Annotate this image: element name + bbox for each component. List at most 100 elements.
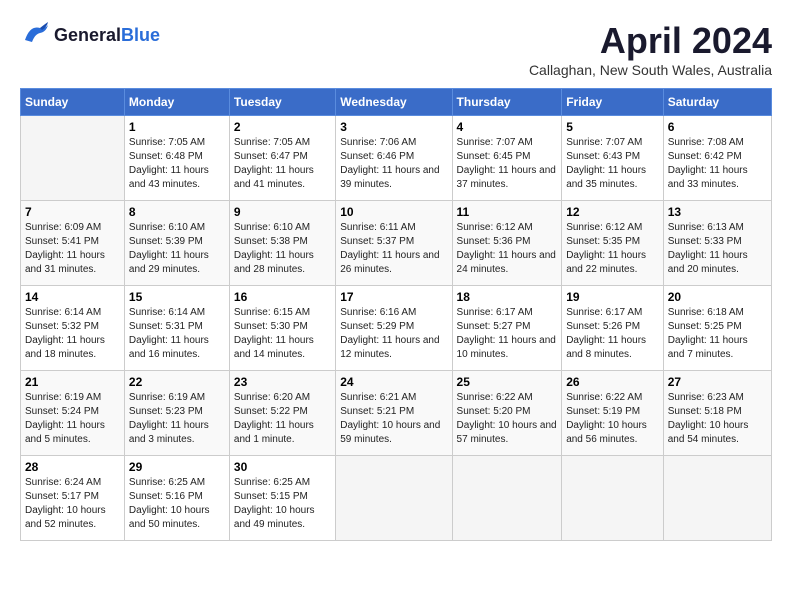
day-info: Sunrise: 6:18 AM Sunset: 5:25 PM Dayligh… [668,306,767,362]
daylight-hours: Daylight: 11 hours and 3 minutes. [129,420,209,445]
sunrise-time: Sunrise: 7:06 AM [340,137,416,148]
day-info: Sunrise: 6:12 AM Sunset: 5:35 PM Dayligh… [566,221,659,277]
col-sunday: Sunday [21,89,125,116]
day-number: 8 [129,205,225,219]
day-number: 20 [668,290,767,304]
daylight-hours: Daylight: 11 hours and 28 minutes. [234,250,314,275]
sunset-time: Sunset: 5:17 PM [25,491,99,502]
month-title: April 2024 [529,20,772,62]
table-row [562,456,664,541]
sunset-time: Sunset: 5:35 PM [566,236,640,247]
table-row: 24 Sunrise: 6:21 AM Sunset: 5:21 PM Dayl… [336,371,452,456]
day-info: Sunrise: 6:15 AM Sunset: 5:30 PM Dayligh… [234,306,331,362]
sunset-time: Sunset: 5:18 PM [668,406,742,417]
sunset-time: Sunset: 6:48 PM [129,151,203,162]
table-row: 12 Sunrise: 6:12 AM Sunset: 5:35 PM Dayl… [562,201,664,286]
sunrise-time: Sunrise: 6:25 AM [129,477,205,488]
day-info: Sunrise: 7:05 AM Sunset: 6:48 PM Dayligh… [129,136,225,192]
calendar-week-5: 28 Sunrise: 6:24 AM Sunset: 5:17 PM Dayl… [21,456,772,541]
day-info: Sunrise: 7:06 AM Sunset: 6:46 PM Dayligh… [340,136,447,192]
daylight-hours: Daylight: 10 hours and 57 minutes. [457,420,557,445]
title-block: April 2024 Callaghan, New South Wales, A… [529,20,772,78]
sunrise-time: Sunrise: 6:14 AM [129,307,205,318]
table-row: 21 Sunrise: 6:19 AM Sunset: 5:24 PM Dayl… [21,371,125,456]
daylight-hours: Daylight: 10 hours and 50 minutes. [129,505,210,530]
sunset-time: Sunset: 5:26 PM [566,321,640,332]
daylight-hours: Daylight: 11 hours and 20 minutes. [668,250,748,275]
sunset-time: Sunset: 5:21 PM [340,406,414,417]
daylight-hours: Daylight: 11 hours and 29 minutes. [129,250,209,275]
table-row [336,456,452,541]
daylight-hours: Daylight: 11 hours and 39 minutes. [340,165,439,190]
day-number: 3 [340,120,447,134]
sunset-time: Sunset: 6:43 PM [566,151,640,162]
day-info: Sunrise: 6:13 AM Sunset: 5:33 PM Dayligh… [668,221,767,277]
daylight-hours: Daylight: 10 hours and 52 minutes. [25,505,106,530]
daylight-hours: Daylight: 10 hours and 54 minutes. [668,420,749,445]
day-info: Sunrise: 6:14 AM Sunset: 5:31 PM Dayligh… [129,306,225,362]
day-number: 29 [129,460,225,474]
sunset-time: Sunset: 6:45 PM [457,151,531,162]
daylight-hours: Daylight: 11 hours and 10 minutes. [457,335,556,360]
sunset-time: Sunset: 5:38 PM [234,236,308,247]
daylight-hours: Daylight: 11 hours and 43 minutes. [129,165,209,190]
daylight-hours: Daylight: 11 hours and 41 minutes. [234,165,314,190]
calendar-table: Sunday Monday Tuesday Wednesday Thursday… [20,88,772,541]
day-number: 4 [457,120,558,134]
sunrise-time: Sunrise: 6:18 AM [668,307,744,318]
table-row: 18 Sunrise: 6:17 AM Sunset: 5:27 PM Dayl… [452,286,562,371]
table-row: 9 Sunrise: 6:10 AM Sunset: 5:38 PM Dayli… [229,201,335,286]
daylight-hours: Daylight: 11 hours and 31 minutes. [25,250,105,275]
sunrise-time: Sunrise: 7:05 AM [129,137,205,148]
sunrise-time: Sunrise: 6:15 AM [234,307,310,318]
day-number: 13 [668,205,767,219]
day-number: 14 [25,290,120,304]
sunset-time: Sunset: 5:16 PM [129,491,203,502]
day-info: Sunrise: 6:22 AM Sunset: 5:19 PM Dayligh… [566,391,659,447]
daylight-hours: Daylight: 11 hours and 37 minutes. [457,165,556,190]
sunrise-time: Sunrise: 7:07 AM [566,137,642,148]
sunrise-time: Sunrise: 6:13 AM [668,222,744,233]
day-info: Sunrise: 7:08 AM Sunset: 6:42 PM Dayligh… [668,136,767,192]
day-number: 30 [234,460,331,474]
day-info: Sunrise: 6:21 AM Sunset: 5:21 PM Dayligh… [340,391,447,447]
day-info: Sunrise: 6:09 AM Sunset: 5:41 PM Dayligh… [25,221,120,277]
sunset-time: Sunset: 5:31 PM [129,321,203,332]
calendar-week-4: 21 Sunrise: 6:19 AM Sunset: 5:24 PM Dayl… [21,371,772,456]
table-row: 27 Sunrise: 6:23 AM Sunset: 5:18 PM Dayl… [663,371,771,456]
table-row: 16 Sunrise: 6:15 AM Sunset: 5:30 PM Dayl… [229,286,335,371]
day-info: Sunrise: 7:07 AM Sunset: 6:45 PM Dayligh… [457,136,558,192]
logo-text: GeneralBlue [54,25,160,46]
sunset-time: Sunset: 6:47 PM [234,151,308,162]
day-number: 25 [457,375,558,389]
sunset-time: Sunset: 6:46 PM [340,151,414,162]
col-wednesday: Wednesday [336,89,452,116]
day-number: 18 [457,290,558,304]
sunset-time: Sunset: 5:19 PM [566,406,640,417]
day-info: Sunrise: 6:24 AM Sunset: 5:17 PM Dayligh… [25,476,120,532]
calendar-week-3: 14 Sunrise: 6:14 AM Sunset: 5:32 PM Dayl… [21,286,772,371]
sunrise-time: Sunrise: 6:23 AM [668,392,744,403]
day-info: Sunrise: 6:12 AM Sunset: 5:36 PM Dayligh… [457,221,558,277]
table-row [452,456,562,541]
day-number: 12 [566,205,659,219]
day-info: Sunrise: 6:17 AM Sunset: 5:27 PM Dayligh… [457,306,558,362]
sunrise-time: Sunrise: 6:10 AM [129,222,205,233]
daylight-hours: Daylight: 10 hours and 59 minutes. [340,420,440,445]
day-info: Sunrise: 7:07 AM Sunset: 6:43 PM Dayligh… [566,136,659,192]
table-row: 2 Sunrise: 7:05 AM Sunset: 6:47 PM Dayli… [229,116,335,201]
col-thursday: Thursday [452,89,562,116]
daylight-hours: Daylight: 11 hours and 18 minutes. [25,335,105,360]
day-number: 2 [234,120,331,134]
table-row: 7 Sunrise: 6:09 AM Sunset: 5:41 PM Dayli… [21,201,125,286]
sunset-time: Sunset: 5:33 PM [668,236,742,247]
daylight-hours: Daylight: 11 hours and 22 minutes. [566,250,646,275]
day-info: Sunrise: 6:19 AM Sunset: 5:23 PM Dayligh… [129,391,225,447]
day-number: 28 [25,460,120,474]
day-info: Sunrise: 6:20 AM Sunset: 5:22 PM Dayligh… [234,391,331,447]
logo-icon [20,20,50,50]
sunrise-time: Sunrise: 6:22 AM [566,392,642,403]
sunrise-time: Sunrise: 6:25 AM [234,477,310,488]
day-number: 1 [129,120,225,134]
sunrise-time: Sunrise: 6:09 AM [25,222,101,233]
